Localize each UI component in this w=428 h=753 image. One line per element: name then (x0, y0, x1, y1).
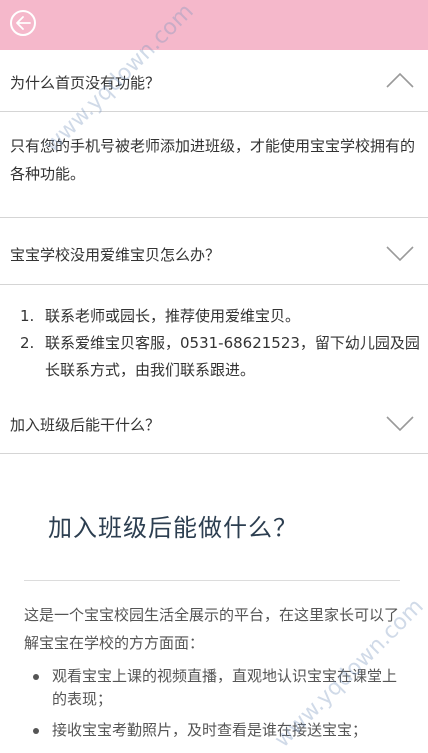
list-item-text: 接收宝宝考勤照片，及时查看是谁在接送宝宝； (52, 721, 368, 739)
chevron-down-icon (386, 416, 414, 432)
faq-answer-list: 1. 联系老师或园长，推荐使用爱维宝贝。 2. 联系爱维宝贝客服，0531-68… (0, 303, 428, 384)
back-button[interactable] (10, 10, 36, 36)
divider (24, 580, 400, 581)
faq-question-after-join[interactable]: 加入班级后能干什么？ (0, 392, 428, 454)
back-arrow-icon (16, 16, 31, 30)
faq-question-no-aiwei[interactable]: 宝宝学校没用爱维宝贝怎么办？ (0, 218, 428, 285)
list-item: 2. 联系爱维宝贝客服，0531-68621523，留下幼儿园及园长联系方式，由… (0, 330, 428, 384)
list-number: 2. (20, 334, 35, 352)
list-item: 1. 联系老师或园长，推荐使用爱维宝贝。 (0, 303, 428, 330)
chevron-up-icon (386, 72, 414, 88)
bullet-dot (33, 728, 39, 734)
list-item: 接收宝宝考勤照片，及时查看是谁在接送宝宝； (24, 719, 404, 742)
list-item-text: 联系老师或园长，推荐使用爱维宝贝。 (45, 307, 301, 325)
faq-question-home-no-function[interactable]: 为什么首页没有功能？ (0, 50, 428, 112)
list-item-text: 联系爱维宝贝客服，0531-68621523，留下幼儿园及园长联系方式，由我们联… (45, 334, 420, 379)
list-number: 1. (20, 307, 35, 325)
faq-question-text: 加入班级后能干什么？ (10, 416, 161, 434)
faq-question-text: 宝宝学校没用爱维宝贝怎么办？ (10, 246, 221, 264)
chevron-down-icon (386, 246, 414, 262)
section-intro: 这是一个宝宝校园生活全展示的平台，在这里家长可以了解宝宝在学校的方方面面： (24, 606, 400, 652)
bullet-dot (33, 674, 39, 680)
app-header (0, 0, 428, 50)
section-title: 加入班级后能做什么？ (48, 514, 298, 542)
